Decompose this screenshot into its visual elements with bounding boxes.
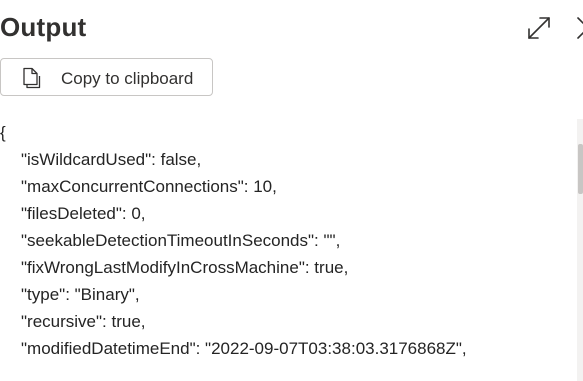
close-button[interactable] [572, 13, 583, 43]
json-line: "modifiedDatetimeEnd": "2022-09-07T03:38… [21, 339, 467, 358]
json-line: { [0, 123, 6, 142]
panel-title: Output [0, 12, 87, 42]
close-icon [577, 17, 583, 39]
json-line: "seekableDetectionTimeoutInSeconds": "", [21, 231, 341, 250]
json-line: "filesDeleted": 0, [21, 204, 146, 223]
output-panel: Output Copy to clipboard {"isWildcardUs… [0, 0, 583, 381]
json-line: "fixWrongLastModifyInCrossMachine": true… [21, 258, 349, 277]
scrollbar-thumb[interactable] [578, 144, 583, 194]
expand-button[interactable] [524, 13, 554, 43]
copy-icon [23, 67, 41, 89]
copy-to-clipboard-button[interactable]: Copy to clipboard [0, 58, 213, 96]
copy-button-label: Copy to clipboard [61, 69, 194, 88]
json-line: "isWildcardUsed": false, [21, 150, 202, 169]
json-line: "recursive": true, [21, 312, 146, 331]
json-line: "type": "Binary", [21, 285, 140, 304]
json-output: { "isWildcardUsed": false, "maxConcurren… [0, 120, 575, 381]
expand-icon [528, 17, 550, 39]
json-line: "maxConcurrentConnections": 10, [21, 177, 277, 196]
